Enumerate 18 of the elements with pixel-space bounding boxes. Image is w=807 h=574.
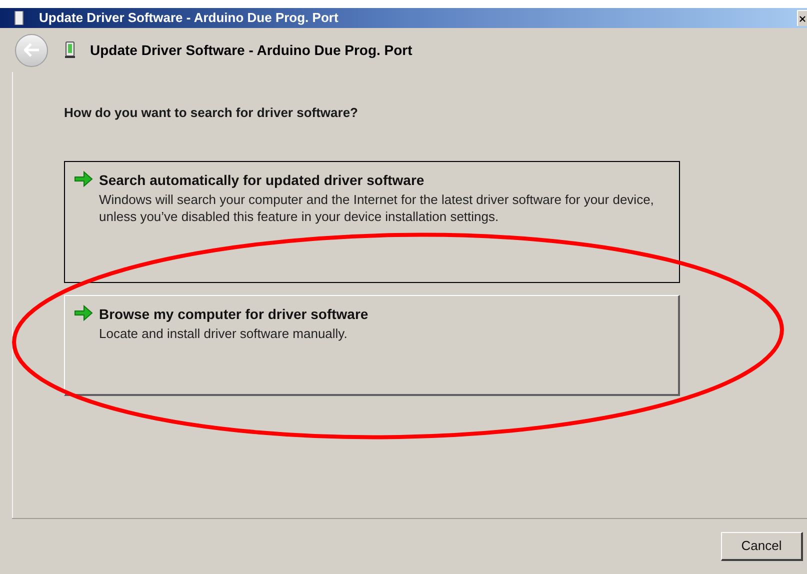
close-button[interactable] — [797, 10, 807, 26]
usb-device-icon — [65, 41, 75, 59]
option-button[interactable] — [64, 160, 680, 282]
wizard-title: Update Driver Software - Arduino Due Prog. Port — [90, 40, 412, 60]
back-arrow-icon — [24, 43, 40, 57]
window-title: Update Driver Software - Arduino Due Prog. Port — [39, 9, 338, 28]
option-description: Windows will search your computer and the Internet for the latest driver software for your device, unless you’ve disabled this feature in your device installation settings. — [99, 190, 655, 224]
option-button[interactable]: Browse my computer for driver software Locate and install driver software manually. — [64, 294, 680, 396]
window-icon — [14, 11, 24, 25]
option-title: Browse my computer for driver software — [99, 304, 370, 324]
option-title: Search automatically for updated driver software — [99, 170, 426, 190]
arrow-icon — [73, 304, 93, 322]
question-heading: How do you want to search for driver software? — [64, 104, 358, 122]
cancel-button[interactable]: Cancel — [721, 532, 803, 561]
arrow-icon — [73, 170, 93, 188]
option-description: Locate and install driver software manually. — [99, 324, 348, 342]
close-icon — [798, 14, 807, 24]
back-button[interactable] — [15, 34, 48, 66]
